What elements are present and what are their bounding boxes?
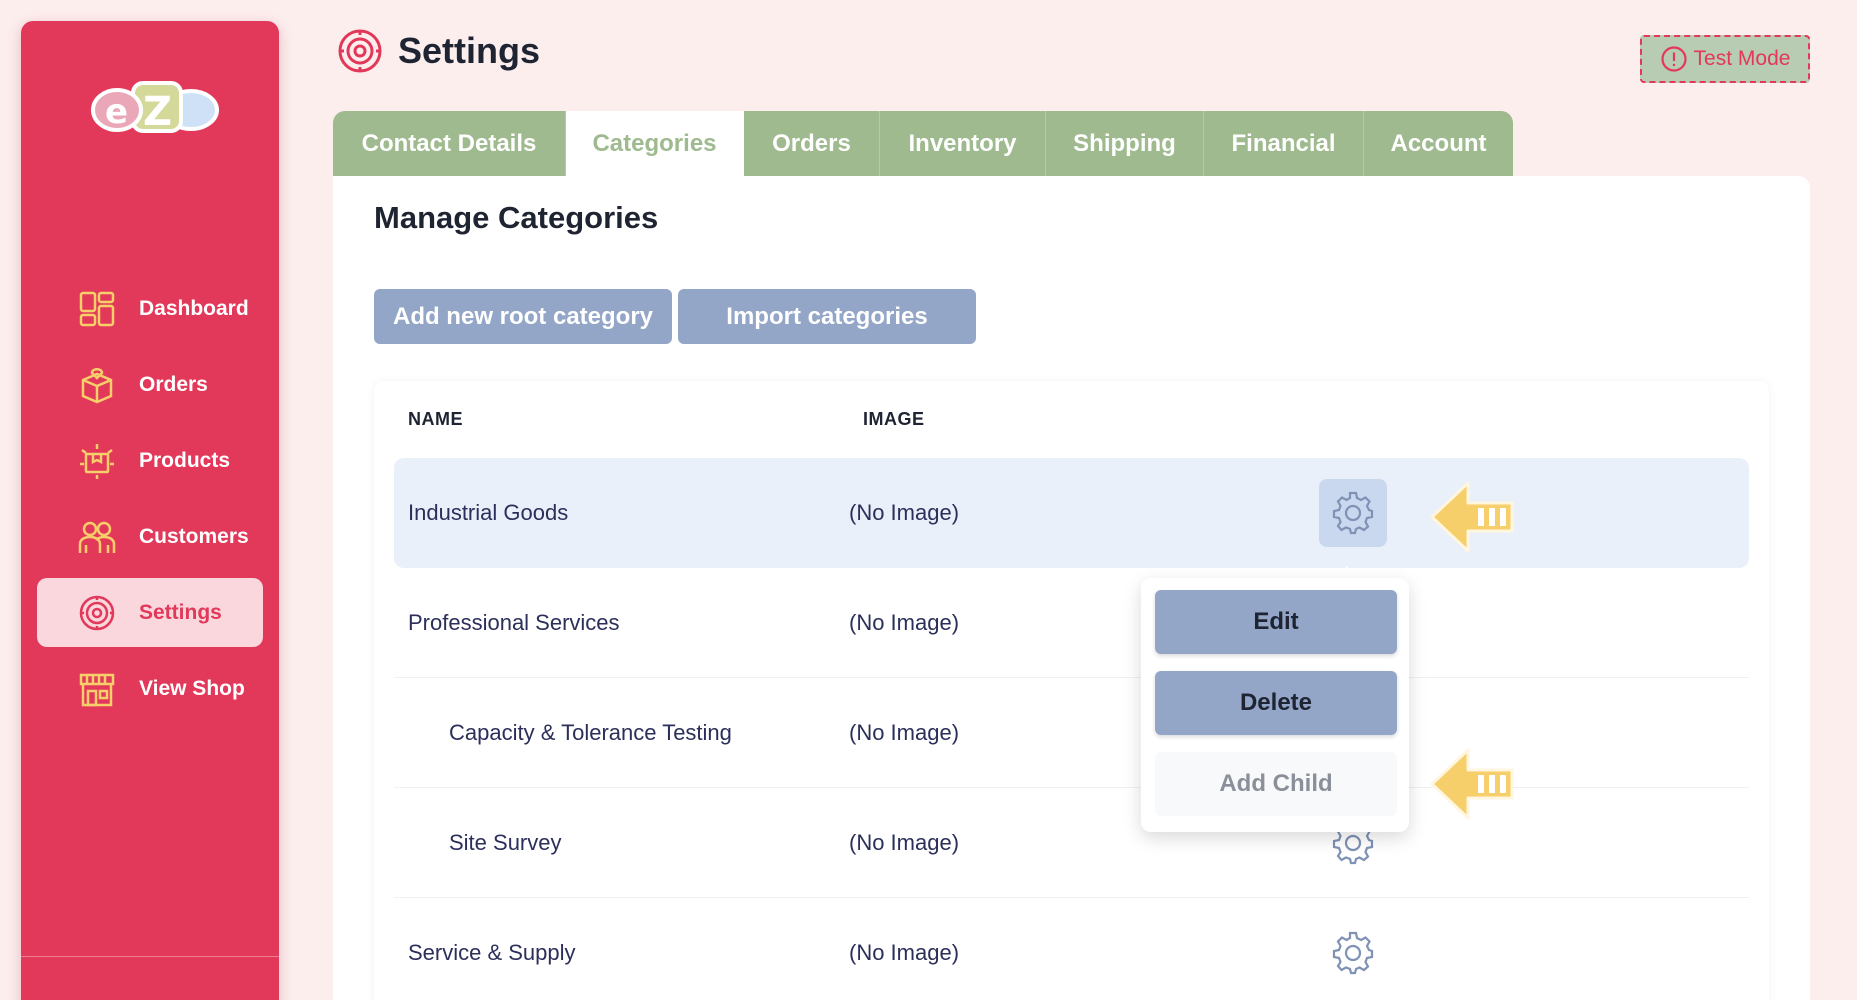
category-image: (No Image) [849, 940, 960, 965]
table-row[interactable]: Professional Services (No Image) [394, 568, 1749, 678]
category-image: (No Image) [849, 830, 960, 855]
table-row[interactable]: Service & Supply (No Image) [394, 898, 1749, 1000]
products-icon [77, 441, 117, 481]
category-image: (No Image) [849, 610, 960, 635]
sidebar-item-label: Products [139, 448, 231, 472]
pointer-arrow-icon [1430, 481, 1514, 553]
tab-financial[interactable]: Financial [1204, 111, 1364, 176]
categories-table: NAME IMAGE Industrial Goods (No Image) P… [374, 381, 1769, 1000]
dashboard-icon [77, 289, 117, 329]
sidebar-item-settings[interactable]: Settings [37, 578, 263, 647]
tab-categories[interactable]: Categories [566, 111, 744, 176]
test-mode-badge[interactable]: Test Mode [1640, 35, 1810, 83]
alert-icon [1660, 46, 1687, 72]
categories-panel: Manage Categories Add new root category … [333, 176, 1810, 1000]
delete-menu-item[interactable]: Delete [1155, 671, 1397, 735]
category-image: (No Image) [849, 720, 960, 745]
section-title: Manage Categories [374, 200, 659, 235]
page-header: Settings [336, 27, 540, 75]
category-name: Industrial Goods [408, 500, 569, 525]
settings-icon [338, 29, 382, 73]
column-header-image: IMAGE [863, 409, 925, 429]
sidebar-item-products[interactable]: Products [37, 426, 263, 495]
sidebar-divider [21, 956, 279, 957]
tab-inventory[interactable]: Inventory [880, 111, 1046, 176]
table-row[interactable]: Site Survey (No Image) [394, 788, 1749, 898]
sidebar-item-label: Customers [139, 524, 249, 548]
test-mode-label: Test Mode [1693, 47, 1791, 70]
gear-icon [1332, 491, 1374, 535]
import-categories-button[interactable]: Import categories [678, 289, 976, 344]
tab-shipping[interactable]: Shipping [1046, 111, 1204, 176]
column-header-name: NAME [408, 409, 463, 429]
sidebar-item-customers[interactable]: Customers [37, 502, 263, 571]
sidebar-item-label: Dashboard [139, 296, 249, 320]
settings-tabs: Contact Details Categories Orders Invent… [333, 111, 1513, 176]
sidebar-nav: Dashboard Orders Products Customers Sett… [37, 274, 263, 730]
category-image: (No Image) [849, 500, 960, 525]
sidebar: e Z Dashboard Orders Products Customers … [21, 21, 279, 1000]
app-logo[interactable]: e Z [87, 65, 219, 135]
tab-contact-details[interactable]: Contact Details [333, 111, 566, 176]
table-row[interactable]: Capacity & Tolerance Testing (No Image) [394, 678, 1749, 788]
add-child-menu-item[interactable]: Add Child [1155, 752, 1397, 816]
tab-account[interactable]: Account [1364, 111, 1513, 176]
sidebar-item-orders[interactable]: Orders [37, 350, 263, 419]
category-name: Capacity & Tolerance Testing [449, 720, 732, 745]
row-actions-button[interactable] [1319, 479, 1387, 547]
add-root-category-button[interactable]: Add new root category [374, 289, 672, 344]
tab-orders[interactable]: Orders [744, 111, 880, 176]
sidebar-item-view-shop[interactable]: View Shop [37, 654, 263, 723]
page-title: Settings [398, 30, 541, 71]
svg-text:e: e [105, 92, 128, 132]
sidebar-item-dashboard[interactable]: Dashboard [37, 274, 263, 343]
sidebar-item-label: Orders [139, 372, 208, 396]
orders-box-icon [77, 365, 117, 405]
gear-icon [1332, 931, 1374, 975]
category-name: Professional Services [408, 610, 620, 635]
pointer-arrow-icon [1430, 748, 1514, 820]
sidebar-item-label: Settings [139, 600, 222, 624]
category-name: Service & Supply [408, 940, 576, 965]
row-actions-button[interactable] [1319, 919, 1387, 987]
row-actions-menu: Edit Delete Add Child [1141, 578, 1409, 832]
shop-icon [77, 669, 117, 709]
sidebar-item-label: View Shop [139, 676, 245, 700]
customers-icon [77, 517, 117, 557]
svg-text:Z: Z [143, 89, 172, 135]
category-name: Site Survey [449, 830, 562, 855]
settings-icon [77, 593, 117, 633]
edit-menu-item[interactable]: Edit [1155, 590, 1397, 654]
table-row[interactable]: Industrial Goods (No Image) [394, 458, 1749, 568]
